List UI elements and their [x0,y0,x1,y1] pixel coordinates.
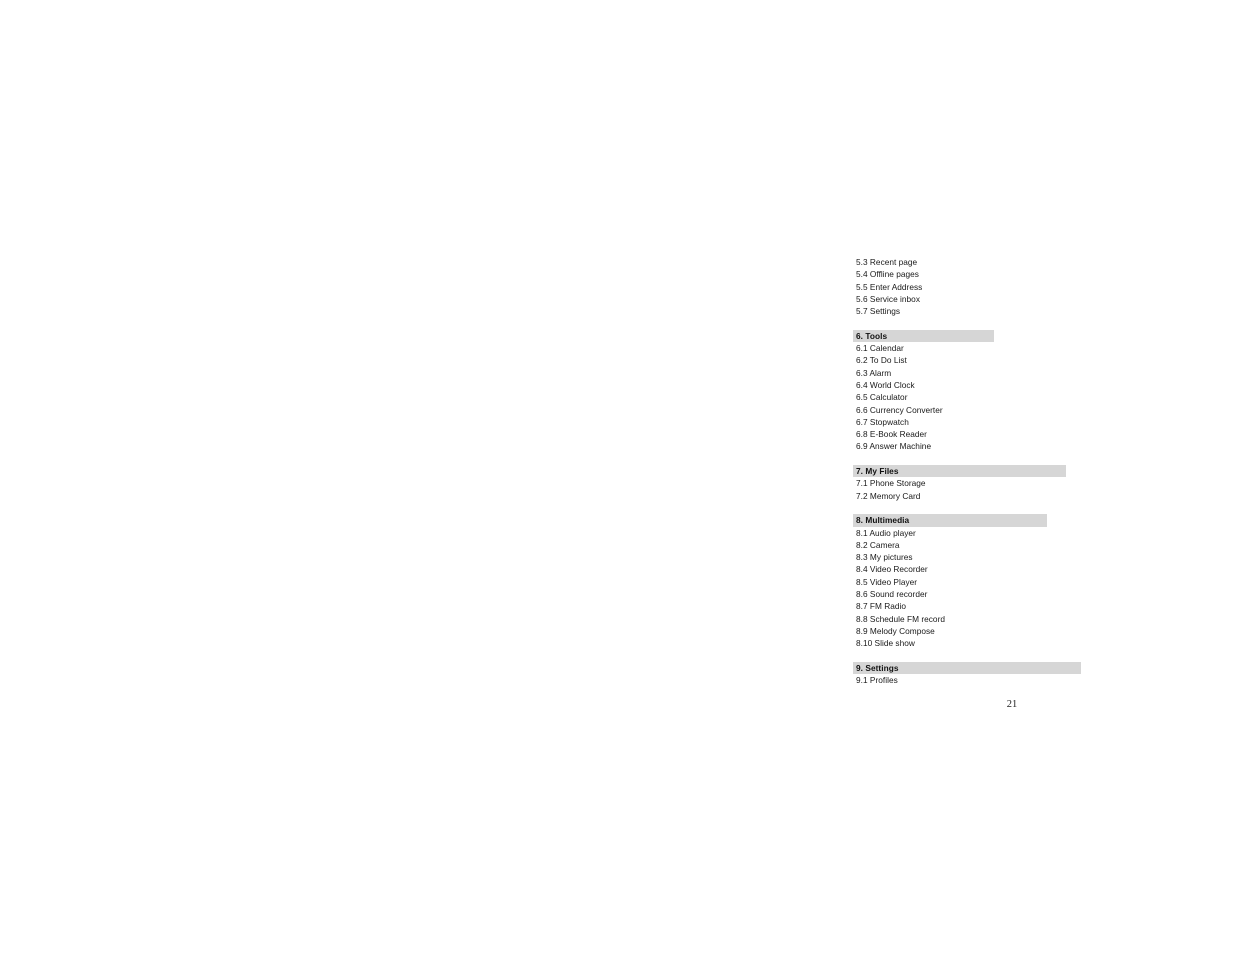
toc-section-header: 6. Tools [853,329,994,343]
toc-section-header: 9. Settings [853,661,1081,675]
toc-entry: 8.8 Schedule FM record [856,613,945,624]
toc-section: 7. My Files 7.1 Phone Storage 7.2 Memory C… [853,465,1093,502]
toc-entry: 6.2 To Do List [856,355,907,366]
toc-entry: 5.7 Settings [856,306,901,317]
toc-entry: 5.6 Service inbox [856,293,920,304]
toc-entry: 7.1 Phone Storage [856,478,926,489]
toc-entry: 5.4 Offline pages [856,269,919,280]
toc-entry: 6.4 World Clock [856,379,915,390]
toc-entry: 7.2 Memory Card [856,490,921,501]
page-number: 21 [1006,699,1018,710]
toc-section: 9. Settings 9.1 Profiles [853,661,1093,687]
toc-section: 5.3 Recent page 5.4 Offline pages 5.5 Ente… [853,256,1093,317]
toc-entry: 6.7 Stopwatch [856,416,909,427]
toc-section: 8. Multimedia 8.1 Audio player 8.2 Camera 8… [853,514,1093,649]
toc-entry: 8.2 Camera [856,539,900,550]
toc-entry: 6.8 E-Book Reader [856,429,927,440]
toc-entry: 6.5 Calculator [856,392,908,403]
toc-entry: 6.1 Calendar [856,343,904,354]
toc-section-header-label: 7. My Files [856,466,899,477]
table-of-contents: 5.3 Recent page 5.4 Offline pages 5.5 Ente… [853,256,1093,686]
toc-entry: 8.9 Melody Compose [856,625,935,636]
toc-entry: 8.7 FM Radio [856,601,907,612]
toc-entry: 6.9 Answer Machine [856,441,932,452]
toc-section-header-label: 6. Tools [856,330,888,341]
toc-section-header: 7. My Files [853,465,1066,478]
toc-entry: 6.6 Currency Converter [856,404,943,415]
toc-entry: 8.10 Slide show [856,638,915,649]
toc-entry: 8.1 Audio player [856,527,916,538]
toc-entry: 6.3 Alarm [856,367,892,378]
toc-entry: 9.1 Profiles [856,675,898,686]
toc-entry: 8.4 Video Recorder [856,564,928,575]
toc-entry: 5.5 Enter Address [856,281,923,292]
toc-entry: 8.5 Video Player [856,576,918,587]
toc-entry: 8.3 My pictures [856,552,913,563]
toc-entry: 8.6 Sound recorder [856,589,928,600]
toc-entry: 5.3 Recent page [856,257,918,267]
toc-section-header-label: 8. Multimedia [856,515,910,526]
toc-section-header: 8. Multimedia [853,514,1047,527]
toc-section: 6. Tools 6.1 Calendar 6.2 To Do List 6.3 Al… [853,329,1093,453]
toc-section-header-label: 9. Settings [856,662,899,673]
